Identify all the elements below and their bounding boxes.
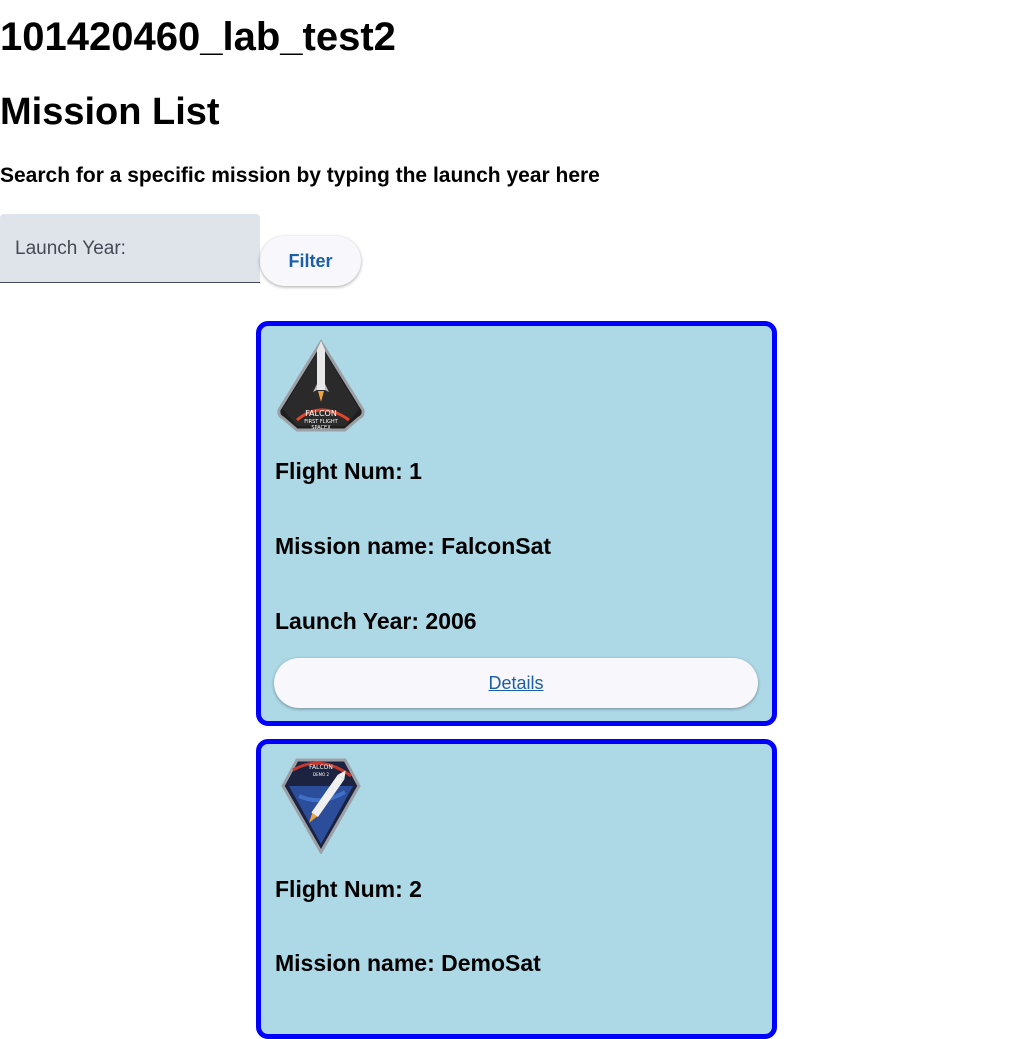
mission-name: Mission name: DemoSat [275, 950, 541, 976]
mission-name: Mission name: FalconSat [275, 533, 552, 559]
patch-label: FALCON [309, 764, 333, 771]
patch-label: FALCON [305, 409, 337, 418]
falcon-demo-2-patch-icon: FALCON DEMO 2 [281, 758, 361, 854]
app-title: 101420460_lab_test2 [0, 15, 396, 59]
patch-label: SPACEX [311, 425, 331, 431]
launch-year-field[interactable] [0, 214, 260, 283]
falcon-1-first-flight-patch-icon: FALCON FIRST FLIGHT SPACEX [277, 339, 365, 432]
page-title: Mission List [0, 91, 220, 133]
mission-card: FALCON FIRST FLIGHT SPACEX Flight Num: 1… [256, 321, 777, 726]
launch-year-input[interactable] [15, 236, 250, 262]
details-button[interactable]: Details [274, 658, 758, 708]
flight-number: Flight Num: 1 [275, 458, 422, 484]
launch-year: Launch Year: 2006 [275, 608, 477, 634]
patch-label: DEMO 2 [313, 772, 329, 777]
flight-number: Flight Num: 2 [275, 876, 422, 902]
filter-button[interactable]: Filter [260, 236, 361, 286]
search-hint: Search for a specific mission by typing … [0, 164, 600, 187]
mission-card: FALCON DEMO 2 Flight Num: 2 Mission name… [256, 739, 777, 1039]
